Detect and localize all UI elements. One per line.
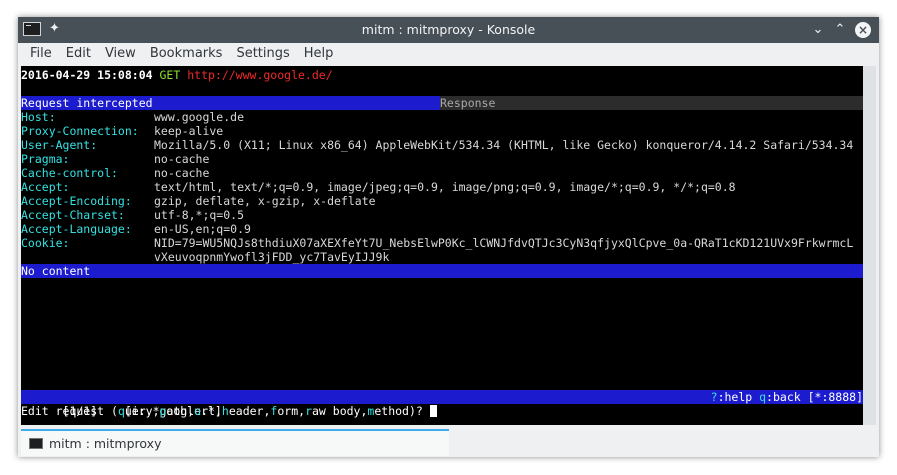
- option-label: eader: [228, 404, 264, 418]
- option-label: ath: [166, 404, 188, 418]
- window-title: mitm : mitmproxy - Konsole: [361, 22, 536, 37]
- header-name: User-Agent:: [21, 138, 98, 152]
- header-value: no-cache: [154, 152, 210, 166]
- header-value: www.google.de: [154, 110, 245, 124]
- back-key[interactable]: q: [759, 390, 766, 404]
- option-label: orm: [277, 404, 299, 418]
- status-bar: [1/1] [i:.*google.*] ?:help q:back [*:88…: [21, 390, 863, 418]
- status-keys: ?:help q:back [*:8888]: [711, 390, 863, 404]
- header-name: Host:: [21, 110, 56, 124]
- header-row[interactable]: Pragma: no-cache: [21, 152, 863, 166]
- menu-file[interactable]: File: [23, 43, 59, 65]
- header-row[interactable]: User-Agent: Mozilla/5.0 (X11; Linux x86_6…: [21, 138, 863, 152]
- header-row[interactable]: Host: www.google.de: [21, 110, 863, 124]
- header-row[interactable]: Cookie: NID=79=WU5NQJs8thdiuX07aXEXfeYt7U…: [21, 236, 863, 250]
- header-name: Accept-Charset:: [21, 208, 125, 222]
- help-label: :help: [717, 390, 760, 404]
- menu-help[interactable]: Help: [297, 43, 341, 65]
- request-url: http://www.google.de/: [187, 68, 333, 82]
- header-row[interactable]: Cache-control: no-cache: [21, 166, 863, 180]
- terminal-icon: [29, 438, 43, 449]
- header-name: Cache-control:: [21, 166, 118, 180]
- chevron-up-icon[interactable]: ⌃: [833, 22, 847, 38]
- header-value: vXeuvoqpnmYwofl3jFDD_yc7TavEyIJJ9k: [154, 250, 390, 264]
- menu-bar: File Edit View Bookmarks Settings Help: [18, 43, 879, 65]
- header-name: Proxy-Connection:: [21, 124, 139, 138]
- prompt-suffix: )?: [408, 404, 430, 418]
- tab-label: mitm : mitmproxy: [49, 436, 162, 451]
- header-value: Mozilla/5.0 (X11; Linux x86_64) AppleWeb…: [154, 138, 854, 152]
- request-method: GET: [159, 68, 181, 82]
- header-value: en-US,en;q=0.9: [154, 222, 251, 236]
- option-key[interactable]: q: [118, 404, 125, 418]
- title-bar[interactable]: ✦ mitm : mitmproxy - Konsole ⌄ ⌃ ×: [18, 17, 879, 43]
- menu-edit[interactable]: Edit: [59, 43, 98, 65]
- option-key[interactable]: r: [305, 404, 312, 418]
- option-label: ethod: [374, 404, 409, 418]
- header-row[interactable]: Accept-Language: en-US,en;q=0.9: [21, 222, 863, 236]
- tab-response[interactable]: Response: [440, 96, 863, 110]
- header-value: utf-8,*;q=0.5: [154, 208, 245, 222]
- header-value: text/html, text/*;q=0.9, image/jpeg;q=0.…: [154, 180, 736, 194]
- request-line: 2016-04-29 15:08:04 GET http://www.googl…: [21, 68, 333, 82]
- text-cursor: [429, 405, 437, 417]
- menu-view[interactable]: View: [98, 43, 143, 65]
- no-content-label: No content: [21, 264, 91, 278]
- listen-port: [*:8888]: [807, 390, 863, 404]
- tab-request-intercepted[interactable]: Request intercepted: [21, 96, 440, 110]
- back-label: :back: [766, 390, 801, 404]
- header-row-continuation: vXeuvoqpnmYwofl3jFDD_yc7TavEyIJJ9k: [21, 250, 863, 264]
- scrollbar[interactable]: [863, 66, 876, 425]
- menu-bookmarks[interactable]: Bookmarks: [143, 43, 230, 65]
- request-timestamp: 2016-04-29 15:08:04: [21, 68, 153, 82]
- header-value: NID=79=WU5NQJs8thdiuX07aXEXfeYt7U_NebsEl…: [154, 236, 854, 250]
- header-row[interactable]: Accept-Charset: utf-8,*;q=0.5: [21, 208, 863, 222]
- header-row[interactable]: Proxy-Connection: keep-alive: [21, 124, 863, 138]
- option-label: uery: [124, 404, 153, 418]
- header-name: Cookie:: [21, 236, 70, 250]
- option-label: aw body: [312, 404, 361, 418]
- konsole-window: ✦ mitm : mitmproxy - Konsole ⌄ ⌃ × File …: [18, 17, 879, 457]
- option-key[interactable]: h: [222, 404, 229, 418]
- tab-request-label: Request intercepted: [21, 96, 153, 110]
- terminal-area[interactable]: 2016-04-29 15:08:04 GET http://www.googl…: [21, 66, 863, 425]
- header-row[interactable]: Accept-Encoding: gzip, deflate, x-gzip, x…: [21, 194, 863, 208]
- header-value: gzip, deflate, x-gzip, x-deflate: [154, 194, 376, 208]
- prompt-prefix: Edit request (: [21, 404, 118, 418]
- chevron-down-icon[interactable]: ⌄: [811, 22, 825, 38]
- header-name: Accept-Encoding:: [21, 194, 132, 208]
- help-key[interactable]: ?: [711, 390, 718, 404]
- tab-response-label: Response: [440, 96, 496, 110]
- menu-settings[interactable]: Settings: [229, 43, 296, 65]
- tab-bar: mitm : mitmproxy: [18, 425, 879, 457]
- tab-mitm[interactable]: mitm : mitmproxy: [21, 429, 449, 456]
- header-row[interactable]: Accept: text/html, text/*;q=0.9, image/jp…: [21, 180, 863, 194]
- header-name: Pragma:: [21, 152, 70, 166]
- header-value: no-cache: [154, 166, 210, 180]
- header-name: Accept:: [21, 180, 70, 194]
- close-icon[interactable]: ×: [855, 22, 871, 38]
- option-label: rl: [201, 404, 215, 418]
- header-name: Accept-Language:: [21, 222, 132, 236]
- body-no-content: No content: [21, 264, 863, 278]
- header-value: keep-alive: [154, 124, 224, 138]
- edit-prompt[interactable]: Edit request (query,path,url,header,form…: [21, 404, 437, 418]
